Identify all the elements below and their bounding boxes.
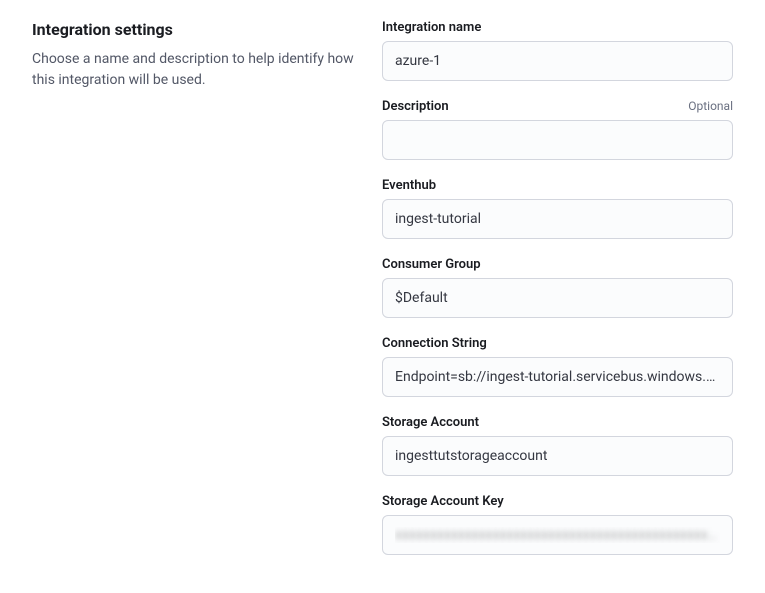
input-consumer-group[interactable] <box>382 278 733 318</box>
label-storage-account: Storage Account <box>382 415 479 430</box>
label-description: Description <box>382 99 449 114</box>
input-integration-name[interactable] <box>382 41 733 81</box>
field-consumer-group: Consumer Group <box>382 257 733 318</box>
field-connection-string: Connection String <box>382 336 733 397</box>
section-header: Integration settings Choose a name and d… <box>32 20 358 573</box>
input-storage-account[interactable] <box>382 436 733 476</box>
input-eventhub[interactable] <box>382 199 733 239</box>
label-eventhub: Eventhub <box>382 178 436 193</box>
label-integration-name: Integration name <box>382 20 481 35</box>
label-storage-account-key: Storage Account Key <box>382 494 504 509</box>
input-description[interactable] <box>382 120 733 160</box>
field-storage-account: Storage Account <box>382 415 733 476</box>
field-description: Description Optional <box>382 99 733 160</box>
section-description: Choose a name and description to help id… <box>32 49 358 91</box>
form-fields: Integration name Description Optional Ev… <box>382 20 733 573</box>
field-storage-account-key: Storage Account Key <box>382 494 733 555</box>
field-eventhub: Eventhub <box>382 178 733 239</box>
input-storage-account-key[interactable] <box>382 515 733 555</box>
integration-settings-form: Integration settings Choose a name and d… <box>32 20 733 573</box>
field-integration-name: Integration name <box>382 20 733 81</box>
label-connection-string: Connection String <box>382 336 487 351</box>
optional-badge: Optional <box>688 99 733 113</box>
input-connection-string[interactable] <box>382 357 733 397</box>
section-title: Integration settings <box>32 20 358 39</box>
label-consumer-group: Consumer Group <box>382 257 481 272</box>
